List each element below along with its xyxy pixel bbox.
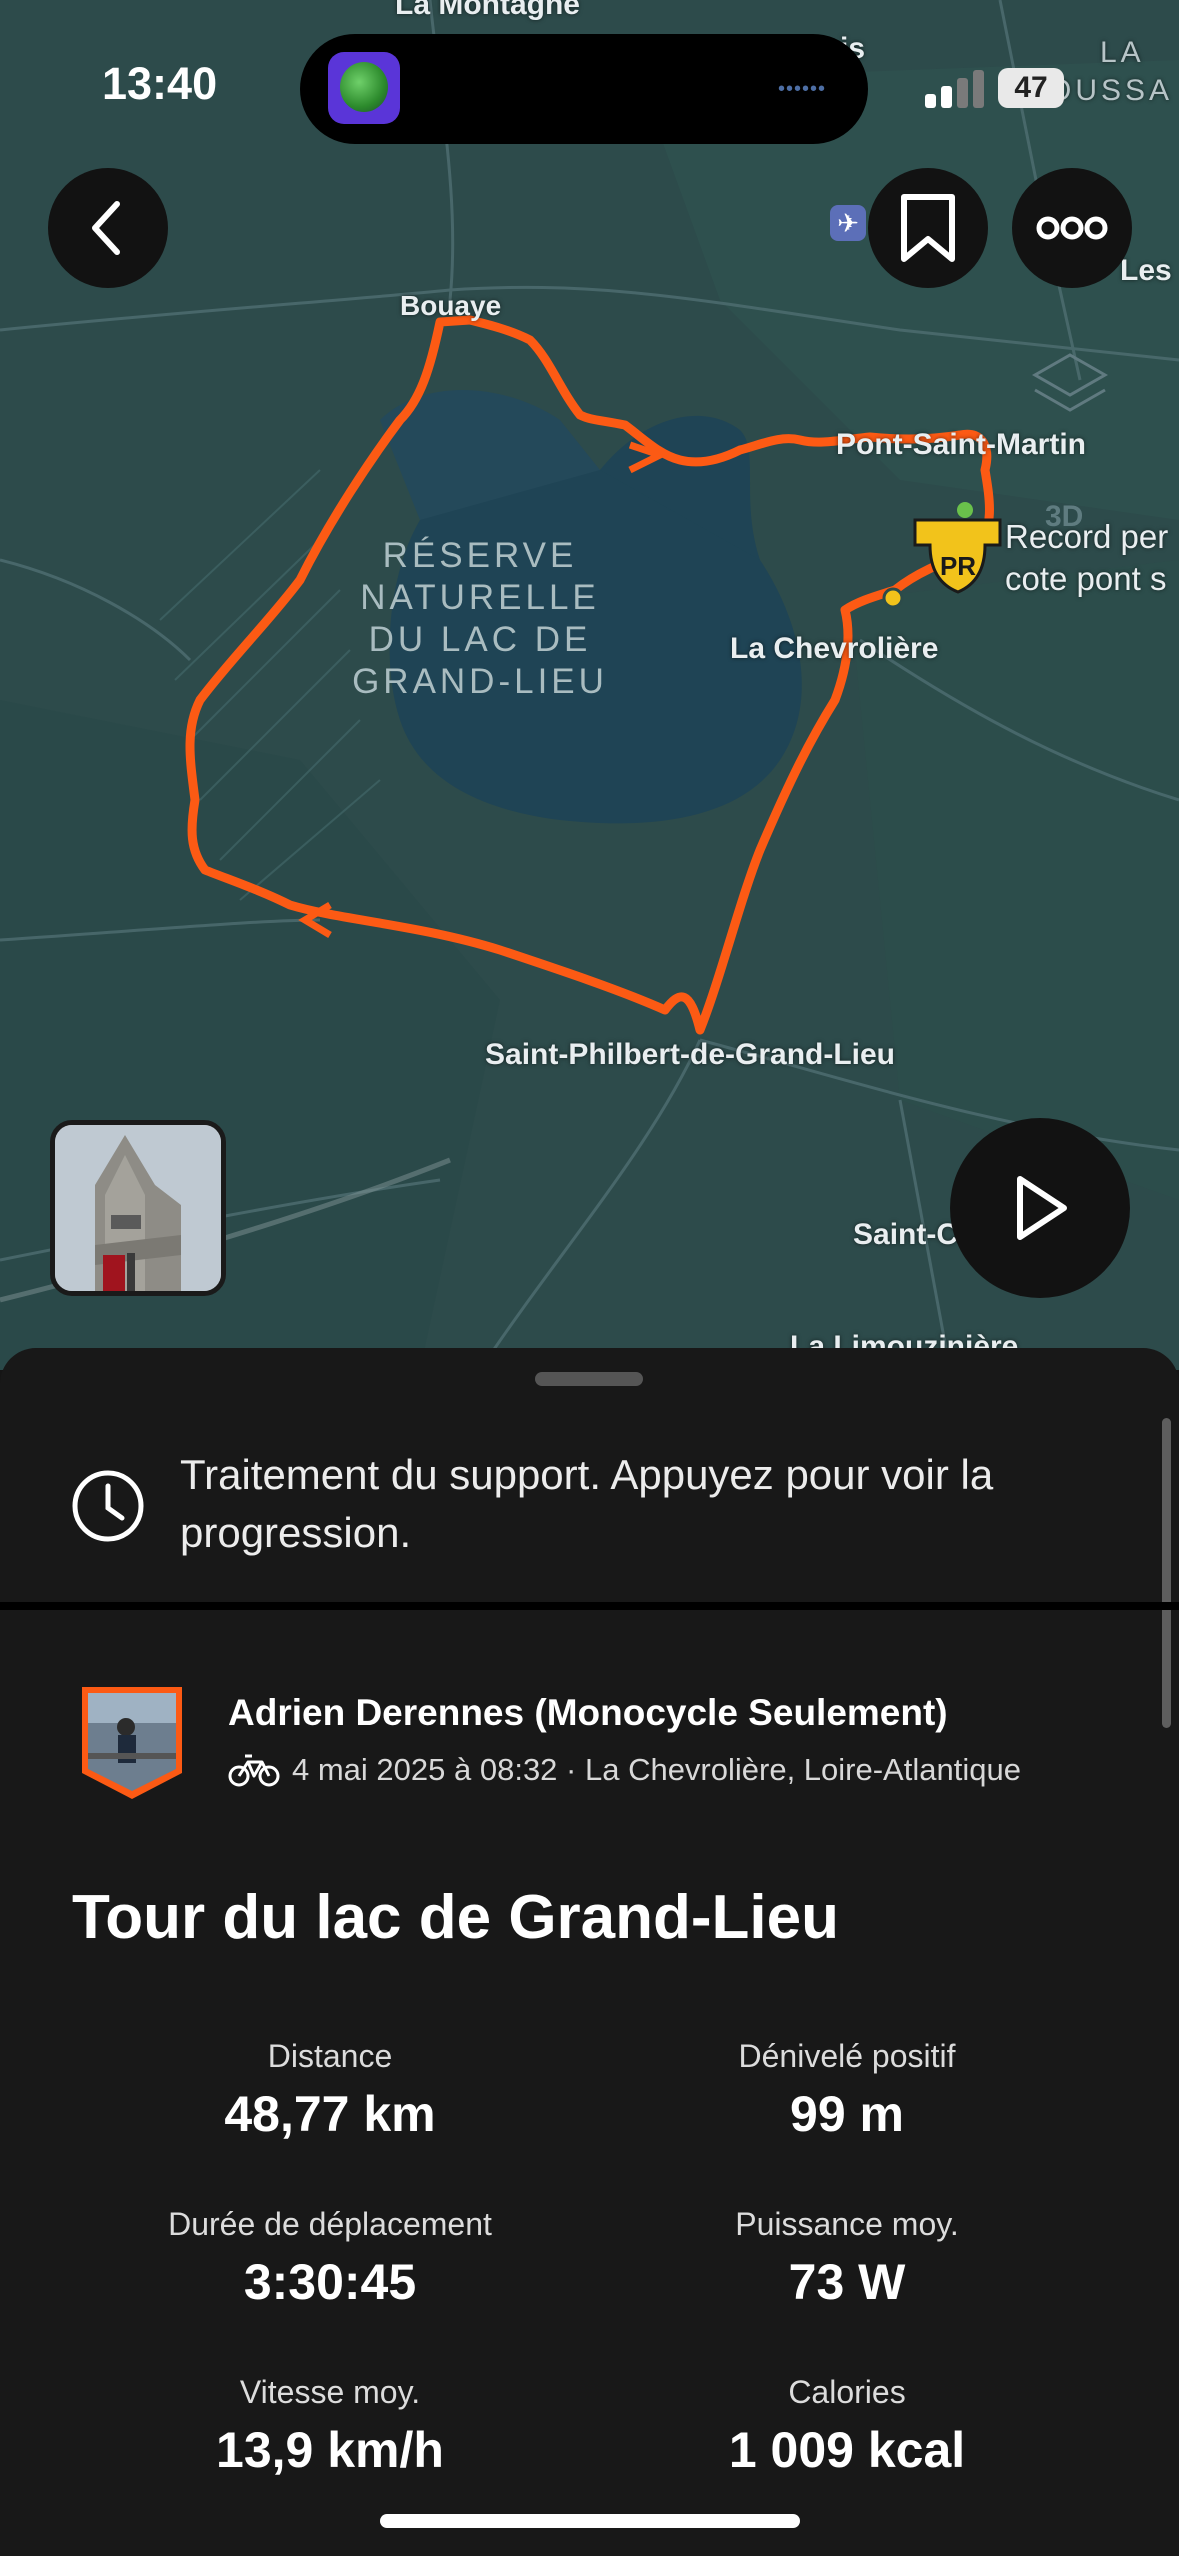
more-options-button[interactable]	[1012, 168, 1132, 288]
stat-avg-power: Puissance moy. 73 W	[597, 2206, 1097, 2311]
ellipsis-icon	[1036, 216, 1108, 240]
stat-label: Durée de déplacement	[168, 2206, 492, 2242]
activity-photo-thumbnail[interactable]	[50, 1120, 226, 1296]
activity-title: Tour du lac de Grand-Lieu	[72, 1883, 840, 1952]
svg-text:✈: ✈	[837, 209, 859, 239]
segment-record-line2[interactable]: cote pont s	[1005, 560, 1166, 598]
bookmark-button[interactable]	[868, 168, 988, 288]
stat-distance: Distance 48,77 km	[80, 2038, 580, 2143]
map-label-les: Les	[1120, 254, 1172, 287]
stat-value: 1 009 kcal	[728, 2422, 966, 2478]
map-label-la-roussay-bottom: OUSSA	[1048, 74, 1174, 107]
stat-value: 99 m	[790, 2086, 904, 2142]
back-button[interactable]	[48, 168, 168, 288]
stat-label: Distance	[267, 2038, 393, 2074]
stat-label: Calories	[788, 2374, 906, 2410]
stat-value: 73 W	[788, 2254, 906, 2310]
section-divider	[0, 1602, 1179, 1610]
map-label-la-montagne: La Montagne	[395, 0, 580, 21]
clock-icon	[70, 1468, 146, 1549]
athlete-name[interactable]: Adrien Derennes (Monocycle Seulement)	[228, 1692, 948, 1734]
stat-label: Vitesse moy.	[239, 2374, 421, 2410]
chevron-left-icon	[92, 201, 120, 255]
stat-value: 48,77 km	[224, 2086, 436, 2142]
play-icon	[1017, 1176, 1067, 1240]
home-indicator[interactable]	[380, 2514, 800, 2528]
activity-meta: 4 mai 2025 à 08:32 · La Chevrolière, Loi…	[228, 1752, 1021, 1788]
bike-icon	[228, 1754, 280, 1787]
stat-avg-speed: Vitesse moy. 13,9 km/h	[80, 2374, 580, 2479]
media-processing-notice[interactable]: Traitement du support. Appuyez pour voir…	[180, 1446, 1080, 1562]
stat-value: 3:30:45	[243, 2254, 417, 2310]
map-label-saint-philbert: Saint-Philbert-de-Grand-Lieu	[485, 1038, 896, 1071]
segment-record-line1[interactable]: Record per	[1005, 518, 1168, 556]
map-label-saint-c: Saint-C	[853, 1218, 958, 1251]
map-label-la-roussay-top: LA	[1100, 36, 1145, 69]
battery-indicator: 47	[998, 68, 1064, 108]
map-label-pont-saint-martin: Pont-Saint-Martin	[836, 428, 1086, 461]
activity-dots-icon: ••••••	[778, 78, 827, 100]
sheet-grabber[interactable]	[535, 1372, 643, 1386]
svg-text:PR: PR	[940, 551, 976, 581]
stat-calories: Calories 1 009 kcal	[597, 2374, 1097, 2479]
cellular-signal-icon	[925, 68, 995, 108]
play-flyover-button[interactable]	[950, 1118, 1130, 1298]
stat-value: 13,9 km/h	[216, 2422, 444, 2478]
activity-date-location: 4 mai 2025 à 08:32 · La Chevrolière, Loi…	[292, 1752, 1021, 1787]
stat-elevation-gain: Dénivelé positif 99 m	[597, 2038, 1097, 2143]
scrollbar[interactable]	[1162, 1418, 1171, 1728]
stat-label: Dénivelé positif	[738, 2038, 956, 2074]
stat-moving-time: Durée de déplacement 3:30:45	[80, 2206, 580, 2311]
church-photo	[55, 1125, 221, 1291]
status-time: 13:40	[102, 58, 218, 109]
reserve-label: RÉSERVE NATURELLE DU LAC DE GRAND-LIEU	[352, 536, 608, 701]
map-label-la-chevroliere: La Chevrolière	[730, 632, 939, 665]
live-activity-app-icon	[328, 52, 400, 124]
dynamic-island[interactable]: ••••••	[300, 34, 868, 144]
stat-label: Puissance moy.	[735, 2206, 959, 2242]
athlete-avatar[interactable]	[78, 1683, 186, 1801]
map-label-bouaye: Bouaye	[400, 290, 502, 321]
bookmark-icon	[901, 194, 955, 262]
